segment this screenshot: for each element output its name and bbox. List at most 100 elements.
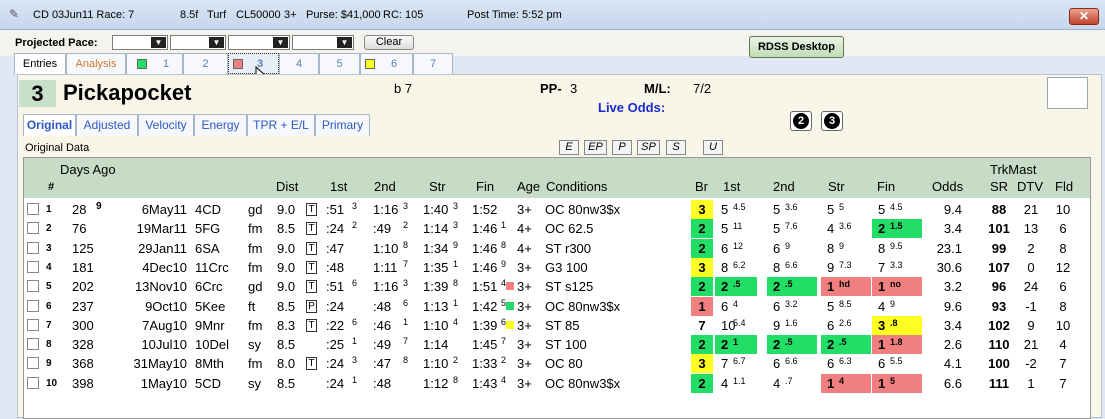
pos-first-call: 7 6.7 [721,356,746,372]
race-track: 6Crc [195,279,223,295]
filter-p-button[interactable]: P [612,140,632,155]
status-dot [506,301,514,310]
row-checkbox[interactable] [27,357,39,370]
fld-value: 7 [1059,356,1067,372]
filter-u-button[interactable]: U [703,140,723,155]
surface-badge: T [306,240,317,255]
race-distance: 8.5 [277,221,296,237]
row-checkbox[interactable] [27,318,39,331]
horse-number: 3 [19,80,56,107]
race-distance: 8.0 [277,356,296,372]
filter-sp-button[interactable]: SP [637,140,660,155]
surface-badge: T [306,355,317,371]
chevron-down-icon: ▼ [151,37,166,48]
race-date: 31May10 [133,356,187,372]
second-call-time: :49 [373,337,392,353]
race-age: 3+ [517,202,532,217]
race-age: 4+ [517,240,532,256]
pos-finish: 8 9.5 [878,240,903,256]
dtv-value: 21 [1023,202,1039,217]
race-age: 3+ [517,259,532,275]
row-checkbox[interactable] [27,203,39,215]
race-conditions: ST 85 [545,317,580,333]
filter-e-button[interactable]: E [559,140,579,155]
tab-tpr-el[interactable]: TPR + E/L [247,114,315,136]
row-checkbox[interactable] [27,241,39,254]
pos-finish: 1 1.8 [872,335,922,355]
tab-horse-7[interactable]: 7 [413,53,453,74]
horse-name: Pickapocket [63,80,192,105]
first-call-time: :24 [326,221,345,237]
pos-stretch: 9 7.3 [827,259,852,275]
race-distance: 8.5f [180,9,199,21]
sr-value: 111 [988,375,1010,391]
tab-entries[interactable]: Entries [14,53,66,74]
pos-second-call: 5 3.6 [773,202,798,217]
clear-button[interactable]: Clear [364,35,414,50]
sr-value: 100 [988,356,1010,372]
dtv-value: 9 [1027,317,1035,333]
pos-second-call: 69 [773,240,791,256]
close-button[interactable]: ✕ [1069,8,1099,25]
filter-ep-button[interactable]: EP [584,140,607,155]
circle-2-button[interactable]: 2 [790,111,812,131]
row-checkbox[interactable] [27,338,39,351]
odds-value: 3.4 [943,221,962,237]
odds-value: 9.4 [943,202,962,217]
sr-value: 88 [991,202,1007,217]
stretch-fifths: 3 [453,220,459,231]
finish-fifths: 9 [501,258,507,269]
ml-value: 7/2 [693,81,712,96]
pos-stretch: 6 2.6 [827,317,852,333]
tab-velocity[interactable]: Velocity [138,114,194,136]
pace-dropdown-3[interactable]: ▼ [228,35,290,50]
row-checkbox[interactable] [27,222,39,235]
days-ago: 398 [72,375,94,391]
pace-dropdown-4[interactable]: ▼ [292,35,354,50]
odds-value: 3.2 [943,279,962,295]
br-rating: 2 [691,219,713,239]
odds-value: 3.4 [943,317,962,333]
col-fld: Fld [1055,179,1074,194]
second-call-fifths: 7 [403,336,409,347]
tab-horse-6[interactable]: 6 [360,53,413,74]
tab-horse-1[interactable]: 1 [126,53,183,74]
table-row: 2 76 19Mar11 5FG fm 8.5 T:24 2:49 2 1:14 3 1:46 1 4+ O… [24,219,1090,239]
finish-fifths: 7 [501,336,507,347]
race-date: 19Mar11 [136,221,187,237]
stretch-time: 1:10 [423,356,449,372]
tab-energy[interactable]: Energy [194,114,247,136]
race-age: 3+ [517,375,532,391]
pos-first-call: 4 1.1 [721,375,746,391]
pace-dropdown-2[interactable]: ▼ [170,35,226,50]
row-checkbox[interactable] [27,299,39,312]
row-checkbox[interactable] [27,280,39,293]
row-checkbox[interactable] [27,376,39,389]
row-checkbox[interactable] [27,260,39,273]
first-call-fifths: 1 [352,374,358,385]
status-dot [506,282,514,291]
stretch-fifths: 2 [453,355,459,366]
tab-adjusted[interactable]: Adjusted [76,114,138,136]
pos-first-call: 5 4.5 [721,202,746,217]
circle-3-button[interactable]: 3 [821,111,843,131]
tab-original[interactable]: Original [23,114,76,136]
tab-horse-4[interactable]: 4 [279,53,319,74]
tab-horse-2[interactable]: 2 [183,53,228,74]
finish-fifths: 4 [501,374,507,385]
race-track: 6SA [195,240,220,256]
pace-dropdown-1[interactable]: ▼ [112,35,168,50]
race-track: 4CD [195,202,222,217]
odds-value: 23.1 [936,240,962,256]
tab-horse-3[interactable]: 3 [228,53,279,74]
first-call-time: :25 [326,337,345,353]
tab-horse-5[interactable]: 5 [319,53,360,74]
fld-value: 8 [1059,240,1067,256]
tab-primary[interactable]: Primary [315,114,370,136]
rdss-desktop-button[interactable]: RDSS Desktop [749,36,844,58]
first-call-time: :22 [326,317,345,333]
tab-analysis[interactable]: Analysis [66,53,126,74]
surface-badge: T [306,259,317,274]
filter-s-button[interactable]: S [666,140,686,155]
col-second-call: 2nd [374,179,396,194]
